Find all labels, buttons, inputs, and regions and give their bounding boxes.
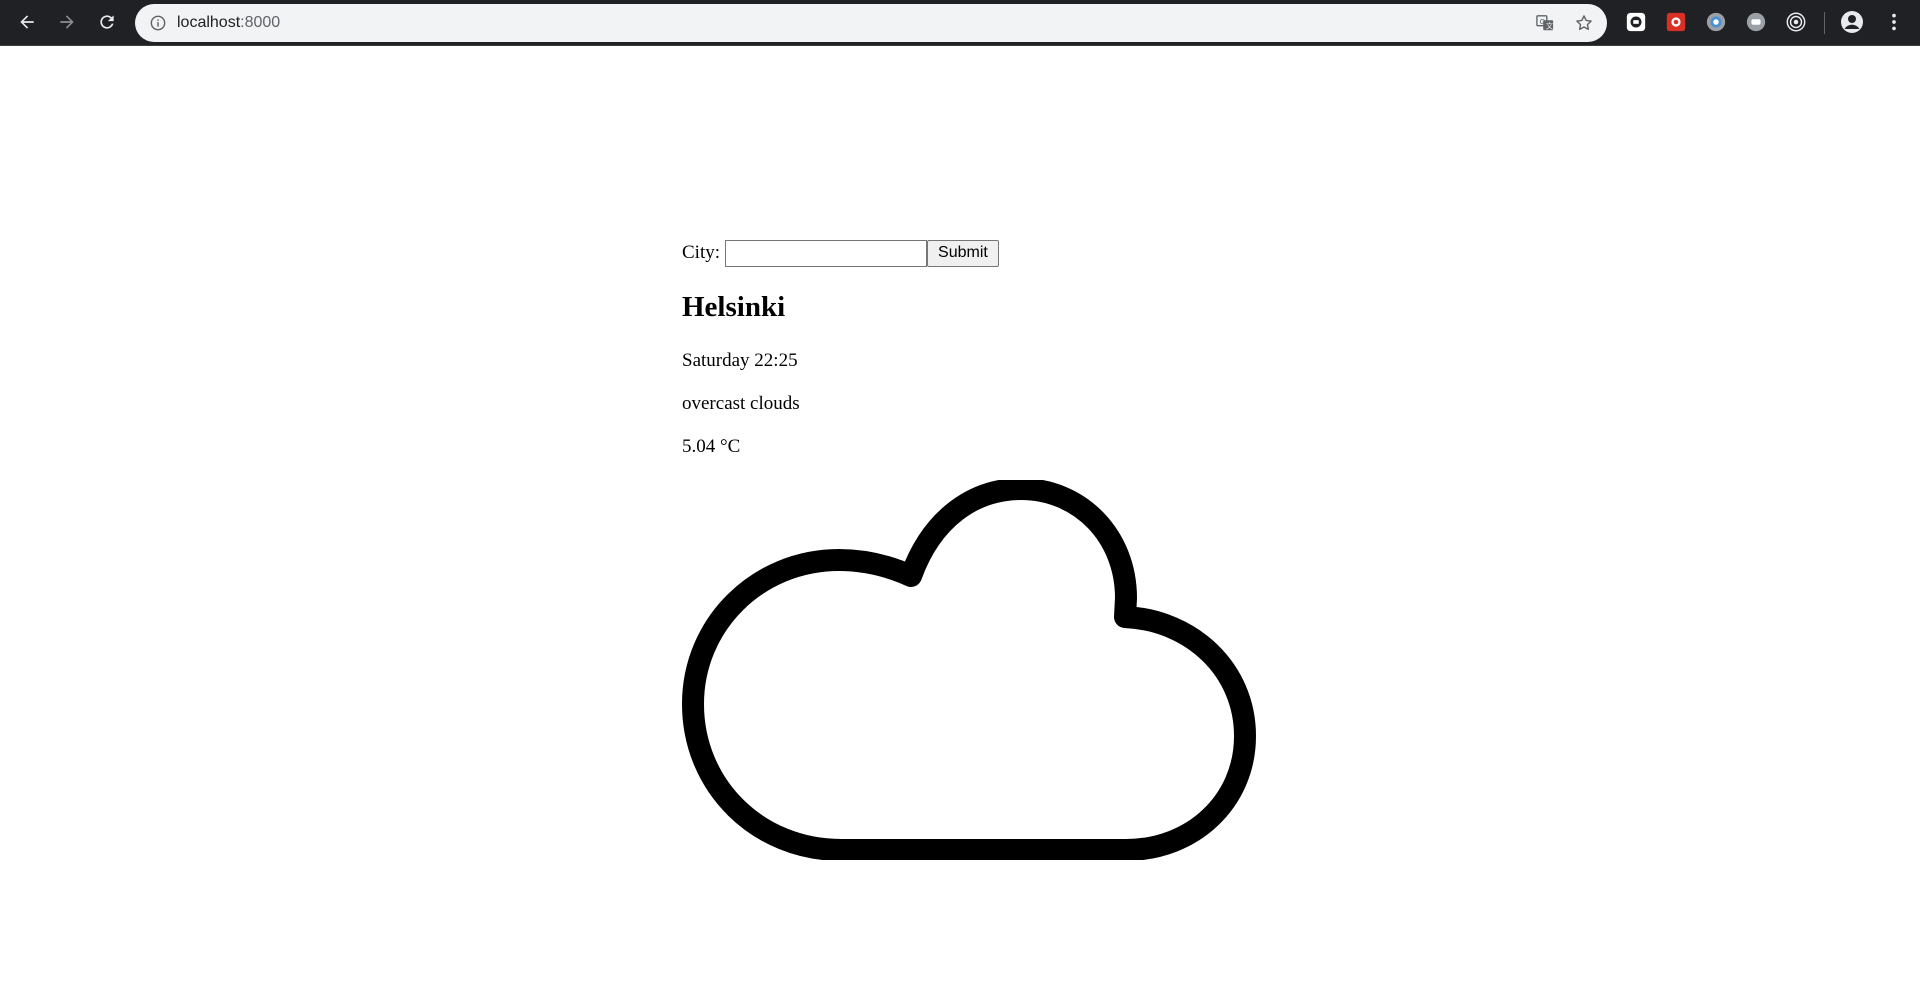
toolbar-separator (1824, 12, 1825, 34)
extension-5-icon[interactable] (1784, 10, 1808, 34)
weather-description: overcast clouds (682, 393, 800, 414)
star-icon[interactable] (1574, 13, 1594, 33)
url-text: localhost:8000 (177, 4, 280, 42)
url-host: localhost (177, 14, 241, 31)
info-icon[interactable] (149, 14, 167, 32)
extension-1-icon[interactable] (1624, 10, 1648, 34)
city-label: City: (682, 242, 721, 263)
browser-toolbar: localhost:8000 G 文 (0, 0, 1920, 46)
svg-text:G: G (1540, 17, 1546, 26)
url-port: :8000 (240, 14, 281, 31)
day-time: Saturday 22:25 (682, 350, 798, 371)
forward-button[interactable] (50, 5, 84, 39)
reload-button[interactable] (90, 5, 124, 39)
address-bar[interactable]: localhost:8000 G 文 (135, 4, 1607, 42)
translate-icon[interactable]: G 文 (1535, 13, 1555, 33)
svg-text:文: 文 (1546, 21, 1553, 30)
kebab-menu-icon[interactable] (1882, 10, 1906, 34)
temperature: 5.04 °C (682, 436, 741, 457)
extension-3-icon[interactable] (1704, 10, 1728, 34)
city-form: City: Submit (682, 238, 999, 268)
back-button[interactable] (10, 5, 44, 39)
reload-icon (100, 15, 114, 29)
extension-4-icon[interactable] (1744, 10, 1768, 34)
weather-page: City: Submit Helsinki Saturday 22:25 ove… (682, 238, 999, 458)
city-name: Helsinki (682, 291, 786, 323)
city-input[interactable] (725, 239, 928, 267)
submit-button[interactable]: Submit (927, 239, 999, 267)
extension-2-icon[interactable] (1664, 10, 1688, 34)
arrow-left-icon (20, 15, 34, 29)
arrow-right-icon (60, 15, 74, 29)
account-icon[interactable] (1840, 10, 1864, 34)
cloud-icon (682, 480, 1256, 860)
